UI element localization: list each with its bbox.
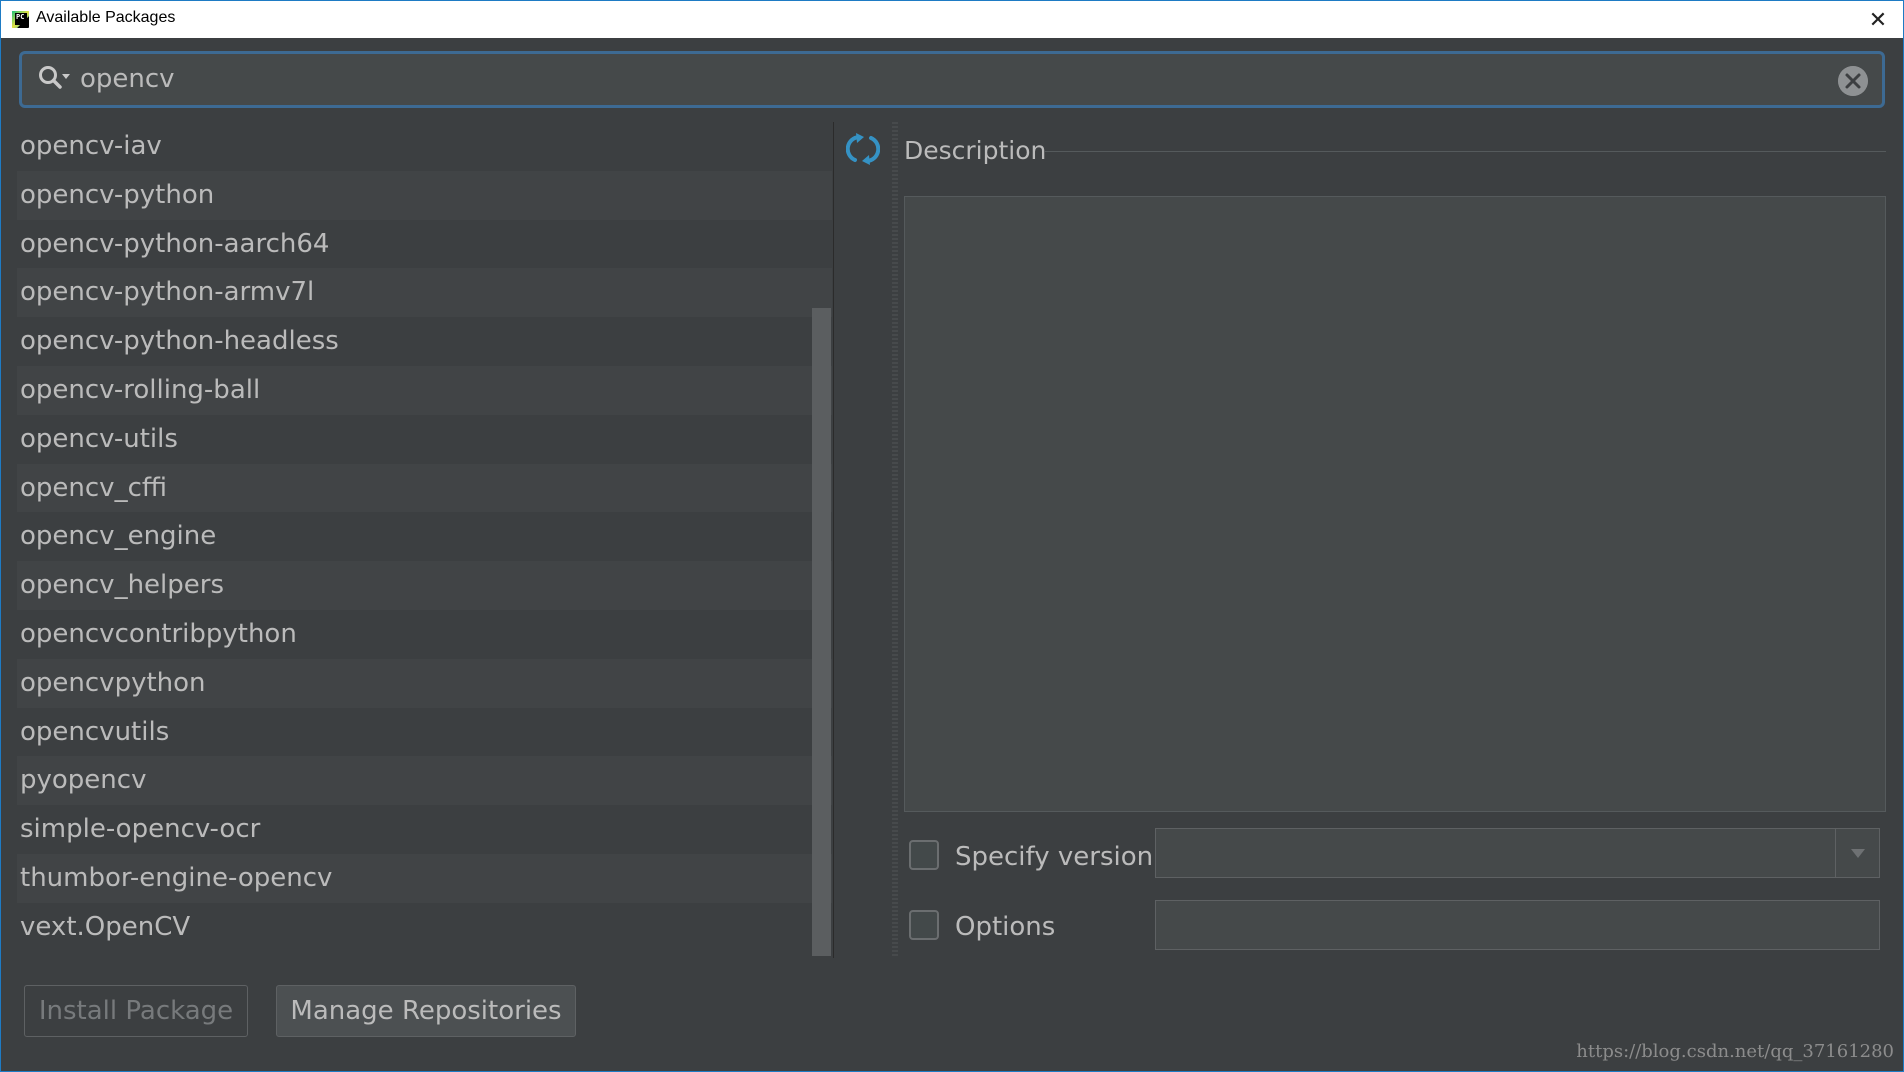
specify-version-label: Specify version xyxy=(955,842,1154,872)
package-list-item[interactable]: opencv-rolling-ball xyxy=(17,365,832,415)
version-dropdown-button[interactable] xyxy=(1835,829,1879,877)
panel-splitter[interactable] xyxy=(892,122,898,958)
package-list-panel[interactable]: opencv-iav opencv-python opencv-python-aar… xyxy=(17,122,832,958)
package-list-item[interactable]: opencv_cffi xyxy=(17,463,832,513)
package-list-item[interactable]: opencv-utils xyxy=(17,414,832,464)
description-area xyxy=(904,196,1886,812)
package-list-item[interactable]: vext.OpenCV xyxy=(17,902,832,952)
close-button[interactable]: ✕ xyxy=(1865,7,1891,33)
package-list-item[interactable]: opencv-python-headless xyxy=(17,317,832,366)
options-checkbox[interactable] xyxy=(909,910,939,940)
version-select[interactable] xyxy=(1155,828,1880,878)
refresh-icon[interactable] xyxy=(846,132,880,166)
description-label: Description xyxy=(904,136,1047,165)
pycharm-app-icon: PC xyxy=(12,11,29,28)
description-separator xyxy=(1045,151,1886,152)
clear-search-icon[interactable] xyxy=(1838,66,1868,96)
title-bar: PC Available Packages ✕ xyxy=(0,0,1904,38)
package-list-item[interactable]: opencv-python-aarch64 xyxy=(17,219,832,269)
options-input[interactable] xyxy=(1155,900,1880,950)
install-package-button[interactable]: Install Package xyxy=(24,985,248,1037)
search-box[interactable] xyxy=(19,51,1885,108)
package-list-item[interactable]: opencv-python-armv7l xyxy=(17,268,832,318)
chevron-down-icon xyxy=(1850,849,1865,858)
close-icon: ✕ xyxy=(1868,7,1888,33)
search-input[interactable] xyxy=(80,60,1780,98)
package-list-scrollbar[interactable] xyxy=(812,308,831,956)
package-list-item[interactable]: opencvpython xyxy=(17,658,832,708)
package-list-item[interactable]: opencv_engine xyxy=(17,512,832,562)
package-list[interactable]: opencv-iav opencv-python opencv-python-aar… xyxy=(17,122,832,952)
package-list-item[interactable]: opencv-python xyxy=(17,170,832,220)
package-list-item[interactable]: opencvutils xyxy=(17,707,832,757)
manage-repositories-button[interactable]: Manage Repositories xyxy=(276,985,576,1037)
window-title: Available Packages xyxy=(36,9,176,26)
package-list-item[interactable]: opencv_helpers xyxy=(17,561,832,610)
specify-version-checkbox[interactable] xyxy=(909,840,939,870)
options-label: Options xyxy=(955,912,1056,942)
package-list-item[interactable]: pyopencv xyxy=(17,756,832,806)
search-icon[interactable] xyxy=(38,65,76,95)
package-list-item[interactable]: opencv-iav xyxy=(17,122,832,171)
list-toolbar xyxy=(833,122,890,958)
package-list-item[interactable]: opencvcontribpython xyxy=(17,609,832,659)
package-list-item[interactable]: thumbor-engine-opencv xyxy=(17,853,832,903)
package-list-item[interactable]: simple-opencv-ocr xyxy=(17,805,832,854)
watermark: https://blog.csdn.net/qq_37161280 xyxy=(1576,1041,1894,1062)
